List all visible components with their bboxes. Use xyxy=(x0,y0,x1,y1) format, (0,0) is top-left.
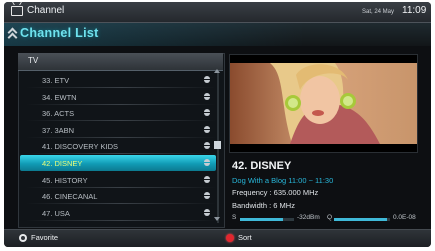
satellite-icon xyxy=(204,142,210,150)
channel-label: 36. ACTS xyxy=(42,109,75,119)
satellite-icon xyxy=(204,125,210,133)
row-divider xyxy=(26,219,216,221)
channel-row[interactable]: 47. USA xyxy=(26,205,216,221)
screen: Channel Sat, 24 May 11:09 Channel List T… xyxy=(4,2,431,247)
channel-label: 33. ETV xyxy=(42,76,70,85)
satellite-icon xyxy=(204,175,210,183)
signal-strength-value: -32dBm xyxy=(297,214,320,221)
channel-label: 41. DISCOVERY KIDS xyxy=(42,142,119,152)
channel-label: 37. 3ABN xyxy=(42,125,75,135)
date-display: Sat, 24 May xyxy=(362,9,395,15)
page-title: Channel List xyxy=(20,26,99,40)
channel-row[interactable]: 37. 3ABN xyxy=(26,122,216,138)
satellite-icon xyxy=(204,159,210,166)
channel-row[interactable]: 33. ETV xyxy=(26,72,216,88)
clock: 11:09 xyxy=(402,5,427,16)
satellite-icon xyxy=(204,208,210,216)
channel-row[interactable]: 45. HISTORY xyxy=(26,172,216,188)
scrollbar-thumb[interactable] xyxy=(214,141,221,149)
tv-icon xyxy=(11,6,23,16)
signal-strength-label: S xyxy=(232,214,237,221)
preview-image xyxy=(230,55,417,152)
group-bar[interactable] xyxy=(18,53,223,71)
channel-label: 34. EWTN xyxy=(42,92,77,102)
selected-channel-title: 42. DISNEY xyxy=(232,160,292,172)
channel-row[interactable]: 46. CINECANAL xyxy=(26,188,216,205)
sort-button-icon[interactable] xyxy=(226,234,234,242)
satellite-icon xyxy=(204,76,210,83)
collapse-icon[interactable] xyxy=(9,29,16,36)
signal-quality-fill xyxy=(334,218,388,221)
signal-strength-fill xyxy=(240,218,284,221)
satellite-icon xyxy=(204,192,210,200)
channel-label: 42. DISNEY xyxy=(42,159,83,168)
channel-label: 46. CINECANAL xyxy=(42,192,98,202)
channel-row[interactable]: 36. ACTS xyxy=(26,105,216,122)
channel-label: 45. HISTORY xyxy=(42,175,88,185)
video-preview xyxy=(229,54,418,153)
scroll-up-icon[interactable] xyxy=(214,69,220,73)
favorite-button[interactable]: Favorite xyxy=(31,233,58,242)
bottom-bar xyxy=(4,229,431,247)
sort-button[interactable]: Sort xyxy=(238,233,252,242)
signal-quality-label: Q xyxy=(327,214,333,221)
channel-row[interactable]: 41. DISCOVERY KIDS xyxy=(26,138,216,155)
program-info: Dog With a Blog 11:00 ~ 11:30 xyxy=(232,176,334,185)
satellite-icon xyxy=(204,109,210,117)
channel-row[interactable]: 34. EWTN xyxy=(26,89,216,105)
frequency-info: Frequency : 635.000 MHz xyxy=(232,188,319,197)
favorite-button-icon[interactable] xyxy=(19,234,27,242)
signal-quality-value: 0.0E-08 xyxy=(393,214,416,221)
channel-row-selected[interactable]: 42. DISNEY xyxy=(20,155,216,171)
app-title: Channel xyxy=(27,5,65,16)
channel-label: 47. USA xyxy=(42,208,70,218)
satellite-icon xyxy=(204,92,210,100)
bandwidth-info: Bandwidth : 6 MHz xyxy=(232,201,295,210)
scroll-down-icon[interactable] xyxy=(214,217,220,221)
group-label: TV xyxy=(28,56,39,65)
